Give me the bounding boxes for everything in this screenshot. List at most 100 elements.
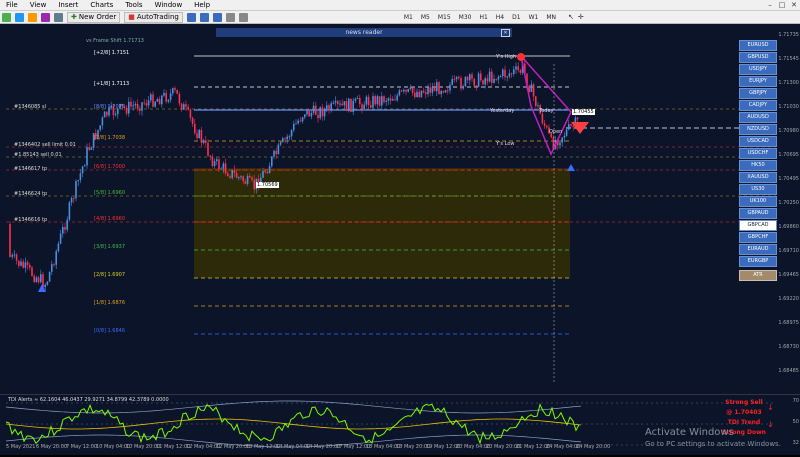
candle-body [9, 224, 11, 257]
candle-body [90, 147, 93, 150]
symbol-button-euraud[interactable]: EURAUD [739, 244, 777, 255]
candle-body [18, 260, 20, 266]
candle-body [510, 73, 513, 75]
candle-body [81, 166, 84, 174]
price-tick: 1.70250 [778, 200, 799, 206]
symbol-button-gbpaud[interactable]: GBPAUD [739, 208, 777, 219]
atr-button[interactable]: ATR [739, 270, 777, 281]
price-tick: 1.68975 [778, 320, 799, 326]
maximize-icon[interactable]: □ [776, 1, 788, 9]
candle-chart-icon[interactable] [199, 12, 209, 22]
timeframe-m5[interactable]: M5 [417, 14, 434, 21]
symbol-button-gbpcad[interactable]: GBPCAD [739, 220, 777, 231]
symbol-button-us30[interactable]: US30 [739, 184, 777, 195]
market-watch-icon[interactable] [28, 12, 37, 22]
symbol-button-eurgbp[interactable]: EURGBP [739, 256, 777, 267]
candle-body [231, 170, 233, 178]
price-tick: 1.70980 [778, 128, 799, 134]
candle-body [46, 281, 49, 285]
autotrading-button[interactable]: ■ AutoTrading [124, 11, 183, 23]
timeframe-w1[interactable]: W1 [525, 14, 543, 21]
candle-body [310, 112, 313, 117]
price-chart-svg [6, 53, 776, 384]
symbol-button-nzdusd[interactable]: NZDUSD [739, 124, 777, 135]
candle-body [279, 142, 282, 145]
symbol-button-gbpjpy[interactable]: GBPJPY [739, 88, 777, 99]
yesterday-low-label: Y's Low [496, 141, 515, 147]
zoom-out-icon[interactable] [238, 12, 248, 22]
candle-body [62, 227, 64, 234]
close-window-icon[interactable]: ✕ [788, 1, 800, 9]
level-label: [2/8] 1.6907 [94, 272, 126, 278]
symbol-button-usdjpy[interactable]: USDJPY [739, 64, 777, 75]
candle-body [407, 89, 409, 92]
candle-body [482, 80, 484, 85]
menu-help[interactable]: Help [188, 1, 216, 9]
candle-body [546, 125, 548, 128]
candle-body [453, 79, 456, 81]
candle-body [73, 198, 75, 200]
timeframe-h1[interactable]: H1 [475, 14, 491, 21]
menu-insert[interactable]: Insert [52, 1, 84, 9]
menu-tools[interactable]: Tools [119, 1, 148, 9]
candle-body [15, 254, 18, 261]
terminal-icon[interactable] [54, 12, 63, 22]
symbol-button-usdcad[interactable]: USDCAD [739, 136, 777, 147]
timeframe-m30[interactable]: M30 [455, 14, 476, 21]
timeframe-mn[interactable]: MN [542, 14, 560, 21]
timeframe-m15[interactable]: M15 [434, 14, 455, 21]
buy-marker-icon [567, 164, 575, 171]
candle-body [156, 98, 159, 102]
line-chart-icon[interactable] [212, 12, 222, 22]
candle-body [499, 76, 502, 78]
timeframe-h4[interactable]: H4 [492, 14, 508, 21]
price-plot[interactable]: vs Frame Shift 1.71713 news reader ✕ [+2/… [6, 24, 777, 394]
chart-window[interactable]: vs Frame Shift 1.71713 news reader ✕ [+2/… [0, 24, 800, 455]
new-chart-icon[interactable] [2, 12, 11, 22]
symbol-button-eurusd[interactable]: EURUSD [739, 40, 777, 51]
menu-file[interactable]: File [0, 1, 24, 9]
symbol-button-audusd[interactable]: AUDUSD [739, 112, 777, 123]
timeframe-m1[interactable]: M1 [400, 14, 417, 21]
candle-body [385, 100, 387, 103]
symbol-button-eurjpy[interactable]: EURJPY [739, 76, 777, 87]
symbol-button-gbpchf[interactable]: GBPCHF [739, 232, 777, 243]
candle-body [147, 100, 150, 106]
candle-body [277, 144, 280, 155]
candle-body [178, 93, 181, 104]
menu-view[interactable]: View [24, 1, 53, 9]
price-tick: 1.69465 [778, 272, 799, 278]
symbol-button-uk100[interactable]: UK100 [739, 196, 777, 207]
candle-body [383, 96, 385, 103]
symbol-button-cadjpy[interactable]: CADJPY [739, 100, 777, 111]
candle-body [330, 103, 332, 111]
symbol-button-hk50[interactable]: HK50 [739, 160, 777, 171]
news-reader-bar[interactable]: news reader ✕ [216, 28, 512, 37]
timeframe-d1[interactable]: D1 [508, 14, 524, 21]
symbol-button-xauusd[interactable]: XAUUSD [739, 172, 777, 183]
profiles-icon[interactable] [15, 12, 24, 22]
crosshair-icon[interactable]: ✛ [578, 13, 584, 21]
candle-body [367, 96, 370, 106]
navigator-icon[interactable] [41, 12, 50, 22]
candle-body [319, 107, 321, 119]
candle-body [458, 76, 460, 79]
candle-body [396, 95, 398, 101]
new-order-button[interactable]: ✚ New Order [67, 11, 121, 23]
candle-body [282, 138, 284, 143]
symbol-button-gbpusd[interactable]: GBPUSD [739, 52, 777, 63]
candle-body [101, 117, 104, 126]
candle-body [213, 161, 216, 166]
menu-window[interactable]: Window [149, 1, 189, 9]
menu-charts[interactable]: Charts [84, 1, 119, 9]
minimize-icon[interactable]: – [764, 1, 776, 9]
close-icon[interactable]: ✕ [501, 29, 510, 37]
candle-body [306, 110, 308, 115]
bar-chart-icon[interactable] [186, 12, 196, 22]
symbol-button-usdchf[interactable]: USDCHF [739, 148, 777, 159]
candle-body [169, 93, 172, 100]
cursor-icon[interactable]: ↖ [568, 13, 574, 21]
candle-body [183, 104, 185, 110]
candle-body [40, 274, 42, 283]
zoom-in-icon[interactable] [225, 12, 235, 22]
